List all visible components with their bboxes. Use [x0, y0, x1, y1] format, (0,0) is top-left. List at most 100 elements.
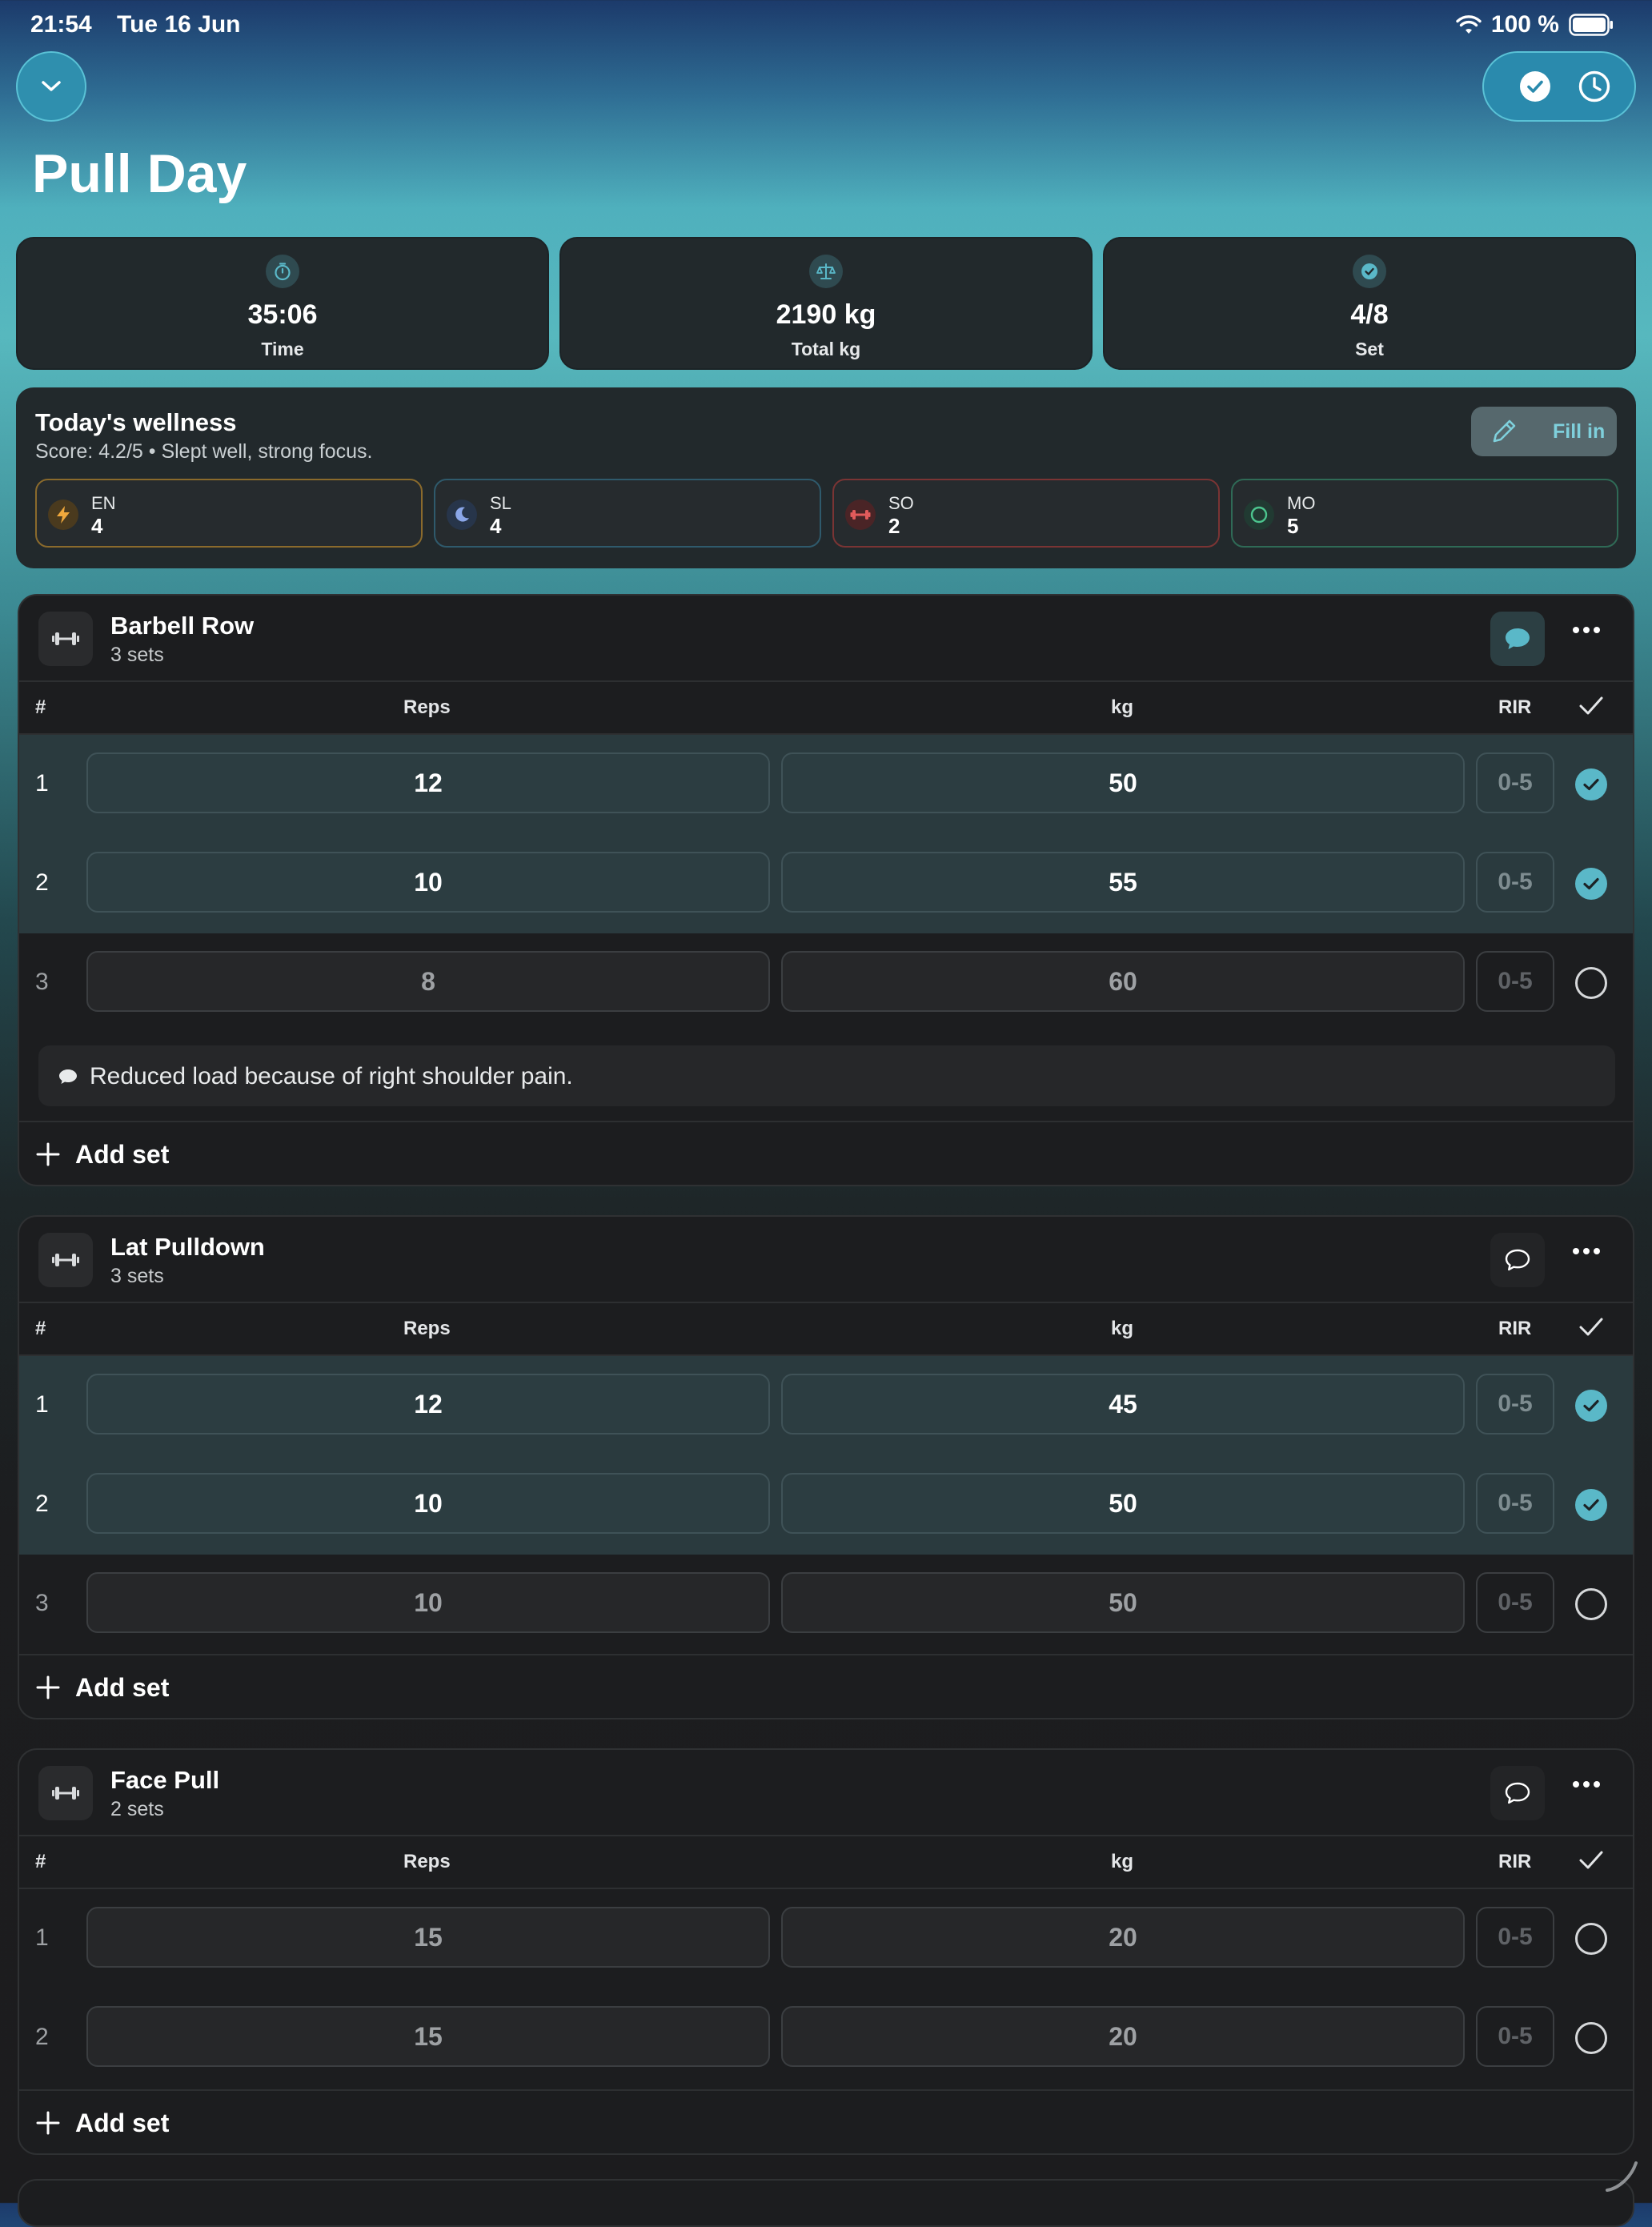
kg-input[interactable]: 20 — [781, 1907, 1465, 1968]
status-time: 21:54 — [30, 11, 92, 38]
scale-icon — [809, 255, 843, 288]
exercise-name: Face Pull — [110, 1766, 220, 1794]
comment-button[interactable] — [1490, 1766, 1545, 1820]
set-row: 2 10 50 0-5 — [19, 1455, 1633, 1555]
stat-label: Total kg — [791, 339, 861, 359]
reps-input[interactable]: 8 — [86, 951, 770, 1012]
exercise-sets-count: 2 sets — [110, 1798, 164, 1820]
reps-input[interactable]: 10 — [86, 1473, 770, 1534]
wellness-card: Today's wellness Score: 4.2/5 • Slept we… — [16, 387, 1636, 568]
set-number: 3 — [35, 1590, 49, 1616]
kg-input[interactable]: 50 — [781, 1473, 1465, 1534]
rir-input[interactable]: 0-5 — [1476, 951, 1554, 1012]
plus-icon — [35, 2110, 61, 2136]
set-complete-checkbox[interactable] — [1575, 2022, 1607, 2054]
set-complete-checkbox[interactable] — [1575, 967, 1607, 999]
rir-input[interactable]: 0-5 — [1476, 2006, 1554, 2067]
sets-column-header: # Reps kg RIR — [19, 1303, 1633, 1356]
exercise-card-next — [18, 2179, 1634, 2227]
toolbar-pill — [1482, 51, 1636, 122]
reps-input[interactable]: 10 — [86, 1572, 770, 1633]
chip-value: 5 — [1287, 514, 1299, 538]
reps-input[interactable]: 15 — [86, 1907, 770, 1968]
set-complete-checkbox[interactable] — [1575, 868, 1607, 900]
resize-grip-icon[interactable] — [1601, 2153, 1641, 2193]
set-number: 2 — [35, 1491, 49, 1517]
exercise-card-barbell-row: Barbell Row 3 sets # Reps kg RIR 1 12 50… — [18, 594, 1634, 1186]
history-button[interactable] — [1577, 69, 1612, 104]
add-set-button[interactable]: Add set — [19, 1654, 1633, 1718]
plus-icon — [35, 1675, 61, 1700]
kg-input[interactable]: 60 — [781, 951, 1465, 1012]
chip-key: SL — [490, 493, 511, 513]
set-number: 1 — [35, 1391, 49, 1418]
reps-input[interactable]: 10 — [86, 852, 770, 913]
more-options-button[interactable] — [1572, 626, 1601, 634]
stat-value: 2190 kg — [776, 299, 876, 330]
chip-value: 4 — [490, 514, 502, 538]
chip-value: 2 — [888, 514, 900, 538]
rir-input[interactable]: 0-5 — [1476, 1907, 1554, 1968]
speech-bubble-icon — [58, 1068, 78, 1085]
add-set-button[interactable]: Add set — [19, 2089, 1633, 2153]
wellness-chip-soreness[interactable]: SO 2 — [832, 479, 1220, 548]
wellness-chip-sleep[interactable]: SL 4 — [434, 479, 821, 548]
more-options-button[interactable] — [1572, 1780, 1601, 1788]
rir-input[interactable]: 0-5 — [1476, 752, 1554, 813]
wellness-chip-mood[interactable]: MO 5 — [1231, 479, 1618, 548]
kg-input[interactable]: 50 — [781, 1572, 1465, 1633]
set-complete-checkbox[interactable] — [1575, 768, 1607, 801]
set-number: 1 — [35, 1924, 49, 1951]
kg-input[interactable]: 45 — [781, 1374, 1465, 1435]
chevron-down-icon — [39, 78, 63, 94]
collapse-button[interactable] — [16, 51, 86, 122]
add-set-label: Add set — [75, 1673, 170, 1702]
battery-percent: 100 % — [1490, 11, 1559, 38]
reps-input[interactable]: 15 — [86, 2006, 770, 2067]
set-complete-checkbox[interactable] — [1575, 1489, 1607, 1521]
more-options-button[interactable] — [1572, 1247, 1601, 1255]
set-row: 2 15 20 0-5 — [19, 1988, 1633, 2088]
exercise-name: Lat Pulldown — [110, 1233, 265, 1261]
stat-card-total-kg: 2190 kg Total kg — [559, 237, 1093, 370]
exercise-header: Face Pull 2 sets — [19, 1750, 1633, 1836]
chip-key: MO — [1287, 493, 1316, 513]
kg-input[interactable]: 55 — [781, 852, 1465, 913]
dumbbell-icon — [38, 1233, 93, 1287]
rir-input[interactable]: 0-5 — [1476, 1572, 1554, 1633]
stopwatch-icon — [266, 255, 299, 288]
set-number: 2 — [35, 869, 49, 896]
add-set-button[interactable]: Add set — [19, 1121, 1633, 1185]
wellness-summary: Score: 4.2/5 • Slept well, strong focus. — [35, 440, 373, 463]
rir-input[interactable]: 0-5 — [1476, 1374, 1554, 1435]
wellness-chip-energy[interactable]: EN 4 — [35, 479, 423, 548]
speech-bubble-outline-icon — [1503, 1247, 1532, 1273]
chip-value: 4 — [91, 514, 103, 538]
ellipsis-icon — [1572, 1247, 1601, 1255]
reps-input[interactable]: 12 — [86, 752, 770, 813]
fill-in-button[interactable]: Fill in — [1471, 407, 1617, 456]
pencil-icon — [1489, 416, 1519, 447]
set-complete-checkbox[interactable] — [1575, 1923, 1607, 1955]
set-row: 1 15 20 0-5 — [19, 1889, 1633, 1988]
comment-button[interactable] — [1490, 1233, 1545, 1287]
rir-input[interactable]: 0-5 — [1476, 852, 1554, 913]
comment-button[interactable] — [1490, 612, 1545, 666]
exercise-sets-count: 3 sets — [110, 1265, 164, 1287]
add-set-label: Add set — [75, 2109, 170, 2137]
add-set-label: Add set — [75, 1140, 170, 1169]
rir-input[interactable]: 0-5 — [1476, 1473, 1554, 1534]
complete-workout-button[interactable] — [1518, 69, 1553, 104]
set-complete-checkbox[interactable] — [1575, 1588, 1607, 1620]
dumbbell-icon — [38, 1766, 93, 1820]
set-complete-checkbox[interactable] — [1575, 1390, 1607, 1422]
exercise-name: Barbell Row — [110, 612, 255, 640]
stat-card-time: 35:06 Time — [16, 237, 549, 370]
wifi-icon — [1456, 14, 1482, 35]
reps-input[interactable]: 12 — [86, 1374, 770, 1435]
kg-input[interactable]: 50 — [781, 752, 1465, 813]
ellipsis-icon — [1572, 626, 1601, 634]
kg-input[interactable]: 20 — [781, 2006, 1465, 2067]
set-row: 1 12 45 0-5 — [19, 1356, 1633, 1455]
clock-icon — [1578, 70, 1611, 103]
